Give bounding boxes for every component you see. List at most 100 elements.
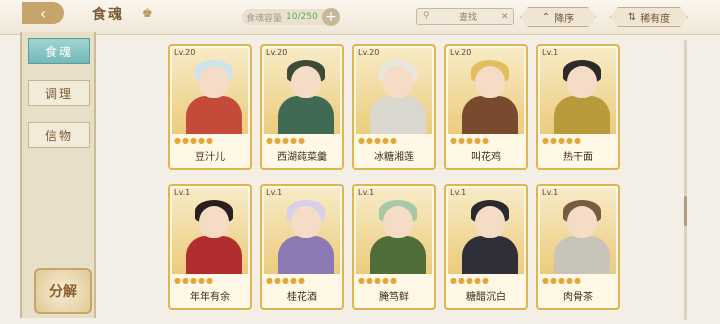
star-icon: ● [457, 136, 465, 145]
star-icon: ● [565, 276, 573, 285]
star-icon: ● [373, 276, 381, 285]
character-outfit [370, 236, 426, 274]
character-outfit [278, 236, 334, 274]
star-icon: ● [281, 276, 289, 285]
character-card[interactable]: Lv.20 ● ● ● ● ● 冰糖湘莲 [352, 44, 436, 170]
character-outfit [462, 96, 518, 134]
chevron-up-icon: ⌃ [541, 11, 551, 23]
character-outfit [554, 96, 610, 134]
card-name: 豆汁儿 [195, 152, 225, 163]
star-icon: ● [557, 276, 565, 285]
star-icon: ● [557, 136, 565, 145]
character-portrait [264, 188, 340, 274]
arrows-updown-icon: ⇅ [627, 11, 637, 23]
card-level: Lv.20 [174, 48, 196, 57]
character-card[interactable]: Lv.1 ● ● ● ● ● 腌笃鲜 [352, 184, 436, 310]
character-card[interactable]: Lv.20 ● ● ● ● ● 叫花鸡 [444, 44, 528, 170]
crown-icon: ♚ [142, 6, 153, 20]
tab-tiaoli[interactable]: 调理 [28, 80, 90, 106]
character-face [475, 206, 505, 238]
card-name: 年年有余 [190, 292, 230, 303]
search-input[interactable]: ⚲ 查找 ✕ [416, 8, 514, 25]
card-stars: ● ● ● ● ● [450, 276, 522, 286]
star-icon: ● [473, 136, 481, 145]
character-portrait [540, 188, 616, 274]
scroll-thumb[interactable] [684, 196, 687, 226]
star-icon: ● [197, 276, 205, 285]
star-icon: ● [358, 276, 365, 285]
tab-shihun[interactable]: 食魂 [28, 38, 90, 64]
card-stars: ● ● ● ● ● [266, 136, 338, 146]
character-face [475, 66, 505, 98]
character-card[interactable]: Lv.1 ● ● ● ● ● 糖醋沉白 [444, 184, 528, 310]
character-card[interactable]: Lv.1 ● ● ● ● ● 年年有余 [168, 184, 252, 310]
star-icon: ● [373, 136, 381, 145]
card-level: Lv.1 [266, 188, 283, 197]
character-card[interactable]: Lv.20 ● ● ● ● ● 西湖莼菜羹 [260, 44, 344, 170]
card-grid: Lv.20 ● ● ● ● ● 豆汁儿 Lv.20 ● ● ● ● ● 西湖莼菜羹 Lv.20 ● ● ● ● ● 冰糖… [160, 38, 688, 324]
star-icon: ● [181, 276, 189, 285]
star-icon: ● [473, 276, 481, 285]
star-icon: ● [205, 276, 213, 285]
star-icon: ● [389, 136, 397, 145]
decompose-button[interactable]: 分解 [34, 268, 92, 314]
character-card[interactable]: Lv.1 ● ● ● ● ● 肉骨茶 [536, 184, 620, 310]
sort-rarity-label: 稀有度 [640, 13, 671, 25]
card-name: 糖醋沉白 [466, 292, 506, 303]
character-face [567, 66, 597, 98]
card-level: Lv.20 [266, 48, 288, 57]
card-stars: ● ● ● ● ● [174, 136, 246, 146]
star-icon: ● [174, 276, 181, 285]
star-icon: ● [174, 136, 181, 145]
character-face [291, 206, 321, 238]
back-button[interactable]: ‹ [22, 2, 64, 24]
character-portrait [172, 48, 248, 134]
star-icon: ● [289, 276, 297, 285]
star-icon: ● [481, 136, 489, 145]
plus-icon: + [325, 9, 337, 25]
star-icon: ● [197, 136, 205, 145]
star-icon: ● [297, 136, 305, 145]
star-icon: ● [205, 136, 213, 145]
card-name: 桂花酒 [287, 292, 317, 303]
sort-rarity-button[interactable]: ⇅ 稀有度 [610, 7, 688, 27]
star-icon: ● [281, 136, 289, 145]
character-outfit [462, 236, 518, 274]
back-arrow-icon: ‹ [39, 3, 47, 23]
card-stars: ● ● ● ● ● [266, 276, 338, 286]
star-icon: ● [565, 136, 573, 145]
character-outfit [186, 96, 242, 134]
character-portrait [172, 188, 248, 274]
character-card[interactable]: Lv.20 ● ● ● ● ● 豆汁儿 [168, 44, 252, 170]
sort-order-button[interactable]: ⌃ 降序 [520, 7, 596, 27]
card-stars: ● ● ● ● ● [358, 136, 430, 146]
star-icon: ● [450, 136, 457, 145]
character-outfit [370, 96, 426, 134]
star-icon: ● [289, 136, 297, 145]
character-face [383, 66, 413, 98]
card-stars: ● ● ● ● ● [450, 136, 522, 146]
card-name: 冰糖湘莲 [374, 152, 414, 163]
scrollbar[interactable] [684, 40, 687, 320]
character-card[interactable]: Lv.1 ● ● ● ● ● 桂花酒 [260, 184, 344, 310]
character-portrait [356, 48, 432, 134]
star-icon: ● [450, 276, 457, 285]
capacity-display: 食魂容量 10/250 [242, 9, 330, 25]
tab-xinwu[interactable]: 信物 [28, 122, 90, 148]
star-icon: ● [465, 276, 473, 285]
star-icon: ● [573, 276, 581, 285]
star-icon: ● [266, 276, 273, 285]
star-icon: ● [365, 276, 373, 285]
star-icon: ● [389, 276, 397, 285]
star-icon: ● [549, 136, 557, 145]
add-capacity-button[interactable]: + [322, 8, 340, 26]
character-face [291, 66, 321, 98]
page-title: 食魂 [92, 7, 124, 23]
character-portrait [448, 48, 524, 134]
star-icon: ● [542, 136, 549, 145]
character-card[interactable]: Lv.1 ● ● ● ● ● 热干面 [536, 44, 620, 170]
card-stars: ● ● ● ● ● [358, 276, 430, 286]
star-icon: ● [358, 136, 365, 145]
card-level: Lv.1 [358, 188, 375, 197]
close-icon[interactable]: ✕ [501, 12, 513, 22]
